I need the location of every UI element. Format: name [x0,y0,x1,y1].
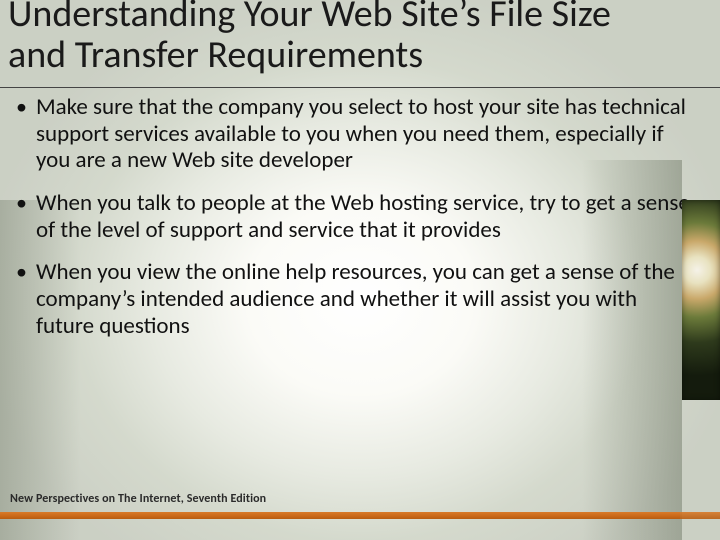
slide-title: Understanding Your Web Site’s File Size … [8,0,668,76]
list-item: Make sure that the company you select to… [12,94,692,174]
footer-text: New Perspectives on The Internet, Sevent… [10,492,266,506]
title-underline [0,87,720,88]
bullet-list: Make sure that the company you select to… [12,94,692,355]
list-item: When you talk to people at the Web hosti… [12,190,692,243]
footer-accent-bar [0,512,680,519]
slide: Understanding Your Web Site’s File Size … [0,0,720,540]
list-item: When you view the online help resources,… [12,259,692,339]
decorative-pattern-strip [682,200,720,400]
